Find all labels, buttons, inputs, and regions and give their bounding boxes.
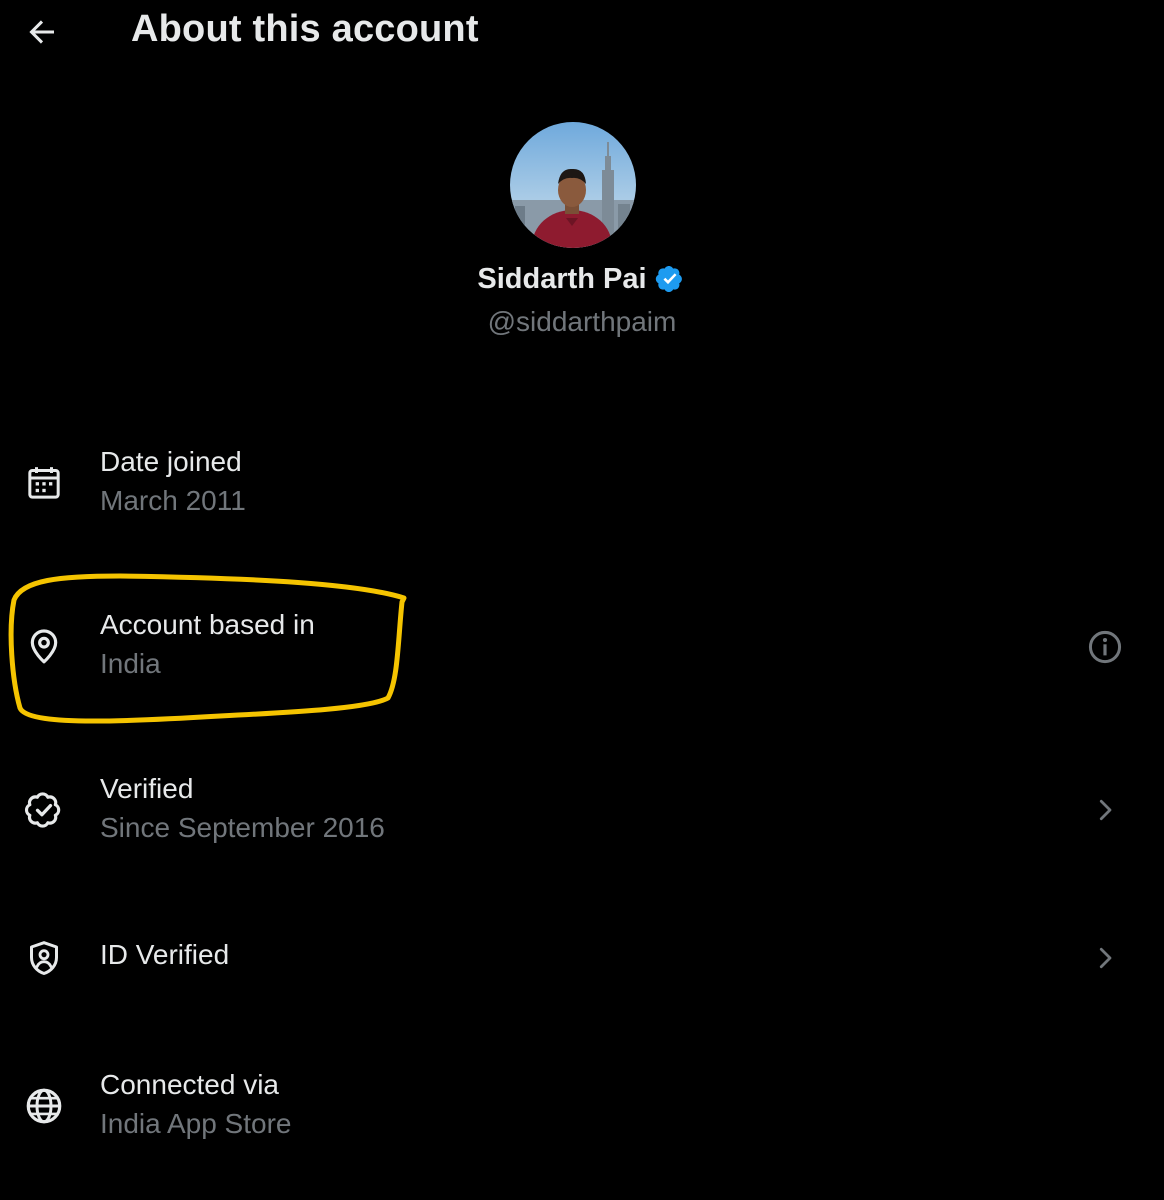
display-name: Siddarth Pai <box>477 262 647 295</box>
info-button[interactable] <box>1082 624 1128 670</box>
verified-badge-icon <box>22 788 66 832</box>
row-label: ID Verified <box>100 939 230 970</box>
avatar[interactable] <box>510 122 636 248</box>
row-value: India App Store <box>100 1108 292 1139</box>
row-account-based-in: Account based in India <box>0 603 1164 699</box>
calendar-icon <box>22 461 66 505</box>
page-title: About this account <box>131 8 479 50</box>
globe-icon <box>22 1084 66 1128</box>
chevron-right-icon <box>1082 935 1128 981</box>
row-value: Since September 2016 <box>100 812 385 843</box>
row-label: Connected via <box>100 1069 280 1100</box>
back-button[interactable] <box>22 12 62 52</box>
verified-badge-icon <box>655 265 682 293</box>
id-shield-icon <box>22 936 66 980</box>
row-label: Date joined <box>100 446 242 477</box>
top-bar: About this account <box>0 0 1164 64</box>
avatar-photo <box>510 122 636 248</box>
arrow-left-icon <box>29 20 54 44</box>
info-icon <box>1088 630 1122 664</box>
row-date-joined: Date joined March 2011 <box>0 440 1164 536</box>
row-label: Verified <box>100 773 194 804</box>
chevron-right-icon <box>1082 787 1128 833</box>
row-verified[interactable]: Verified Since September 2016 <box>0 767 1164 863</box>
row-label: Account based in <box>100 609 315 640</box>
row-id-verified[interactable]: ID Verified <box>0 910 1164 1006</box>
row-value: India <box>100 648 161 679</box>
display-name-row: Siddarth Pai <box>0 262 1164 306</box>
row-connected-via: Connected via India App Store <box>0 1063 1164 1159</box>
handle: @siddarthpaim <box>487 306 677 337</box>
row-value: March 2011 <box>100 485 246 516</box>
location-pin-icon <box>22 624 66 668</box>
